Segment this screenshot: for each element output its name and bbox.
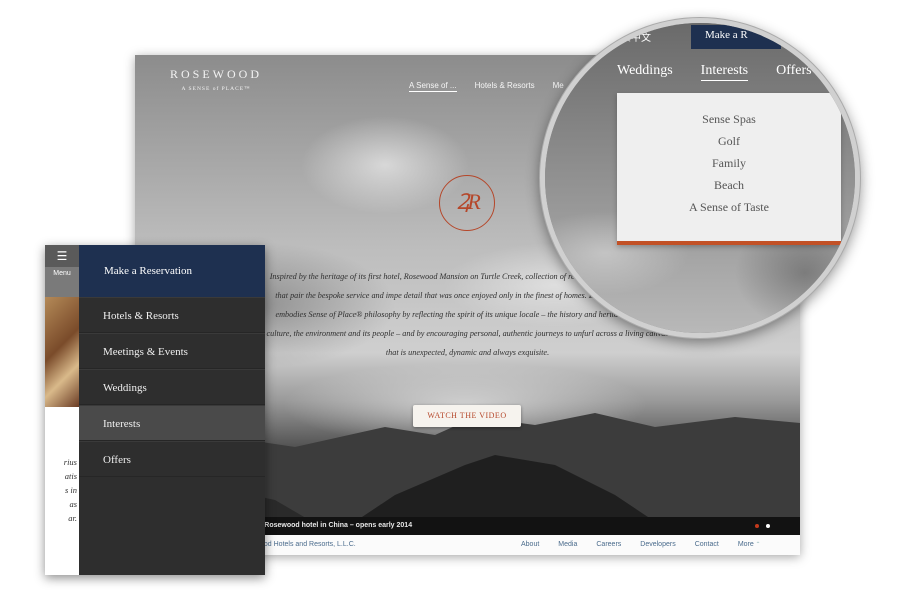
nav-sense-of-place[interactable]: A Sense of ... [409,81,457,92]
mobile-hero-photo [45,297,79,407]
footer-link-careers[interactable]: Careers [596,535,621,555]
top-navigation: A Sense of ... Hotels & Resorts Me [409,81,564,92]
dropdown-item-sense-of-taste[interactable]: A Sense of Taste [617,196,841,218]
logo-wordmark: ROSEWOOD [170,67,262,81]
menu-item-weddings[interactable]: Weddings [79,369,265,405]
rosewood-emblem-icon: ꝜR [439,175,495,231]
menu-item-offers[interactable]: Offers [79,441,265,477]
dropdown-item-family[interactable]: Family [617,152,841,174]
interests-dropdown: Sense Spas Golf Family Beach A Sense of … [617,93,841,245]
nav-weddings[interactable]: Weddings [617,63,673,81]
dropdown-list: Sense Spas Golf Family Beach A Sense of … [617,108,841,218]
zoom-navigation: Weddings Interests Offers [617,63,812,81]
menu-item-meetings-events[interactable]: Meetings & Events [79,333,265,369]
nav-interests[interactable]: Interests [700,63,749,81]
nav-hotels-resorts[interactable]: Hotels & Resorts [475,81,535,92]
mobile-side-menu: Make a Reservation Hotels & Resorts Meet… [79,245,265,575]
nav-offers[interactable]: Offers [776,63,812,81]
copyright-text: ood Hotels and Resorts, L.L.C. [260,541,356,548]
rosewood-logo[interactable]: ROSEWOOD A SENSE of PLACE™ [163,67,269,92]
mobile-page-peek: ☰ Menu rius atis s in as ar. [45,245,79,575]
hamburger-icon[interactable]: ☰ [45,245,79,267]
dropdown-item-beach[interactable]: Beach [617,174,841,196]
zoom-magnifier: 繁中文 Make a R Weddings Interests Offers S… [540,18,860,338]
watch-video-button[interactable]: WATCH THE VIDEO [413,405,521,427]
mobile-body-text: rius atis s in as ar. [63,457,77,523]
make-reservation-button[interactable]: Make a Reservation [79,245,265,297]
zoom-reservation-button[interactable]: Make a R [691,25,781,49]
footer-link-more[interactable]: More [738,535,761,555]
logo-tagline: A SENSE of PLACE™ [181,86,251,92]
news-text[interactable]: t Rosewood hotel in China – opens early … [260,522,412,529]
slide-dot-2[interactable] [766,524,770,528]
slide-dots [755,517,770,528]
menu-label-text: Menu [53,270,71,277]
footer-link-media[interactable]: Media [558,535,577,555]
slide-dot-1[interactable] [755,524,759,528]
menu-item-interests[interactable]: Interests [79,405,265,441]
footer-links: About Media Careers Developers Contact M… [521,535,760,555]
footer-link-about[interactable]: About [521,535,539,555]
menu-item-hotels-resorts[interactable]: Hotels & Resorts [79,297,265,333]
footer-link-developers[interactable]: Developers [640,535,675,555]
footer-link-contact[interactable]: Contact [695,535,719,555]
dropdown-item-golf[interactable]: Golf [617,130,841,152]
dropdown-item-sense-spas[interactable]: Sense Spas [617,108,841,130]
menu-label[interactable]: Menu [45,267,79,297]
language-link[interactable]: 繁中文 [621,29,651,44]
mobile-screenshot: ☰ Menu rius atis s in as ar. Make a Rese… [45,245,265,575]
